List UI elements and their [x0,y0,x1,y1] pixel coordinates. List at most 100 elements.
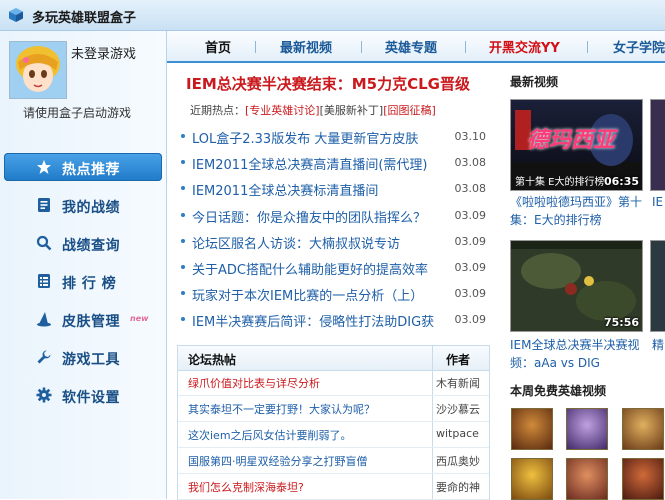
table-row[interactable]: 其实泰坦不一定要打野！大家认为呢？ 沙沙慕云 [178,396,489,422]
post-title[interactable]: 这次iem之后风女估计要削弱了。 [188,427,428,443]
hero-portrait[interactable] [511,458,553,500]
news-title[interactable]: 关于ADC搭配什么辅助能更好的提高效率 [192,259,454,278]
sidebar-item-label: 游戏工具 [62,352,120,368]
bullet-icon [181,264,185,269]
bullet-icon [181,317,185,322]
sidebar-item-ranking[interactable]: 排 行 榜 [4,267,162,295]
title-bar: 多玩英雄联盟盒子 [0,0,665,31]
sidebar-item-my-record[interactable]: 我的战绩 [4,191,162,219]
headline-link[interactable]: IEM总决赛半决赛结束：M5力克CLG晋级 [186,73,470,94]
bullet-icon [181,134,185,138]
news-date: 03.08 [454,156,487,170]
hero-portrait[interactable] [511,408,553,450]
column-header-author: 作者 [446,353,471,367]
video-thumbnail-partial[interactable] [650,99,665,191]
new-badge: new [130,314,149,323]
sidebar-item-settings[interactable]: 软件设置 [4,381,162,409]
list-item[interactable]: 关于ADC搭配什么辅助能更好的提高效率 03.09 [177,257,490,283]
hero-portrait[interactable] [566,408,608,450]
search-icon [36,235,52,251]
list-item[interactable]: IEM2011全球总决赛高清直播间(需代理) 03.08 [177,152,490,178]
news-date: 03.09 [454,234,487,248]
video-duration: 06:35 [603,175,639,188]
video-caption-partial[interactable]: IE [652,193,663,211]
news-title[interactable]: IEM半决赛赛后简评：侵略性打法助DIG获 [192,311,454,330]
video-caption[interactable]: IEM全球总决赛半决赛视频：aAa vs DIG [510,336,644,372]
forum-hot-table: 论坛热帖 作者 绿爪价值对比表与详尽分析 木有新闻 其实泰坦不一定要打野！大家认为… [177,345,490,500]
sidebar-item-hot[interactable]: 热点推荐 [4,153,162,181]
post-author: 木有新闻 [436,377,480,390]
box-logo-icon [9,8,23,22]
hot-tag[interactable]: [囧图征稿] [383,104,436,117]
video-thumbnail[interactable]: 75:56 [510,240,643,332]
post-author: witpace [436,427,479,440]
free-heroes-title: 本周免费英雄视频 [510,384,607,398]
column-header-title: 论坛热帖 [188,353,237,367]
thumb-title-text: 德玛西亚 [527,128,616,153]
sidebar-item-record-query[interactable]: 战绩查询 [4,229,162,257]
sidebar: 未登录游戏 请使用盒子启动游戏 热点推荐 我的战绩 战绩查询 排 行 榜 皮肤管… [0,31,167,499]
news-title[interactable]: LOL盒子2.33版发布 大量更新官方皮肤 [192,128,454,147]
post-title[interactable]: 我们怎么克制深海泰坦? [188,479,428,495]
list-item[interactable]: 今日话题：你是众撸友中的团队指挥么？ 03.09 [177,205,490,231]
list-item[interactable]: 论坛区服名人访谈：大楠叔叔说专访 03.09 [177,231,490,257]
list-item[interactable]: 玩家对于本次IEM比赛的一点分析（上） 03.09 [177,283,490,309]
post-title[interactable]: 其实泰坦不一定要打野！大家认为呢？ [188,401,428,417]
gear-icon [36,387,52,403]
table-row[interactable]: 国服第四·明星双经验分享之打野盲僧 西瓜奥妙 [178,448,489,474]
news-title[interactable]: IEM2011全球总决赛标清直播间 [192,180,454,199]
wizard-hat-icon [37,312,51,327]
hero-portrait[interactable] [566,458,608,500]
hot-tag[interactable]: [美服新补丁] [320,104,384,117]
video-thumbnail[interactable]: 德玛西亚 第十集 E大的排行榜 06:35 [510,99,643,191]
video-thumbnail-partial[interactable] [650,240,665,332]
news-date: 03.09 [454,208,487,222]
sidebar-item-game-tools[interactable]: 游戏工具 [4,343,162,371]
avatar[interactable] [9,41,67,99]
table-row[interactable]: 我们怎么克制深海泰坦? 要命的神 [178,474,489,500]
news-date: 03.09 [454,287,487,301]
list-item[interactable]: LOL盒子2.33版发布 大量更新官方皮肤 03.10 [177,126,490,152]
tab-separator [587,41,588,53]
news-title[interactable]: 论坛区服名人访谈：大楠叔叔说专访 [192,233,454,252]
avatar-image [10,42,66,98]
hot-label: 近期热点： [190,104,245,117]
post-title[interactable]: 国服第四·明星双经验分享之打野盲僧 [188,453,428,469]
top-tab-bar: 首页 最新视频 英雄专题 开黑交流YY 女子学院 [167,31,665,63]
video-caption-partial[interactable]: 精 [652,336,664,354]
news-title[interactable]: 今日话题：你是众撸友中的团队指挥么？ [192,207,454,226]
tab-latest-video[interactable]: 最新视频 [280,37,332,56]
login-status: 未登录游戏 [71,47,137,62]
post-author: 沙沙慕云 [436,403,480,416]
list-item[interactable]: IEM2011全球总决赛标清直播间 03.08 [177,178,490,204]
list-icon [38,274,50,288]
news-date: 03.09 [454,260,487,274]
hero-portrait[interactable] [622,408,664,450]
hero-portrait[interactable] [622,458,664,500]
sidebar-item-skin-manage[interactable]: 皮肤管理 new [4,305,162,333]
tab-yy-chat[interactable]: 开黑交流YY [489,37,560,56]
star-icon [37,160,51,174]
wrench-icon [37,350,51,364]
tab-home[interactable]: 首页 [205,37,231,56]
list-item[interactable]: IEM半决赛赛后简评：侵略性打法助DIG获 03.09 [177,309,490,335]
news-title[interactable]: IEM2011全球总决赛高清直播间(需代理) [192,154,454,173]
thumb-subtitle-text: 第十集 E大的排行榜 [515,177,605,188]
bullet-icon [181,186,185,191]
tab-girls-academy[interactable]: 女子学院 [613,37,665,56]
sidebar-item-label: 皮肤管理 [62,314,120,330]
sidebar-item-label: 软件设置 [62,390,120,406]
post-author: 要命的神 [436,481,480,494]
post-title[interactable]: 绿爪价值对比表与详尽分析 [188,375,428,391]
news-title[interactable]: 玩家对于本次IEM比赛的一点分析（上） [192,285,454,304]
table-row[interactable]: 绿爪价值对比表与详尽分析 木有新闻 [178,370,489,396]
hot-tag[interactable]: [专业英雄讨论] [245,104,320,117]
tab-separator [465,41,466,53]
login-hint: 请使用盒子启动游戏 [23,106,132,120]
video-caption[interactable]: 《啦啦啦德玛西亚》第十集：E大的排行榜 [510,193,642,229]
table-row[interactable]: 这次iem之后风女估计要削弱了。 witpace [178,422,489,448]
bullet-icon [181,160,185,165]
bullet-icon [181,238,185,243]
tab-hero-topic[interactable]: 英雄专题 [385,37,437,56]
table-header: 论坛热帖 作者 [178,346,489,371]
